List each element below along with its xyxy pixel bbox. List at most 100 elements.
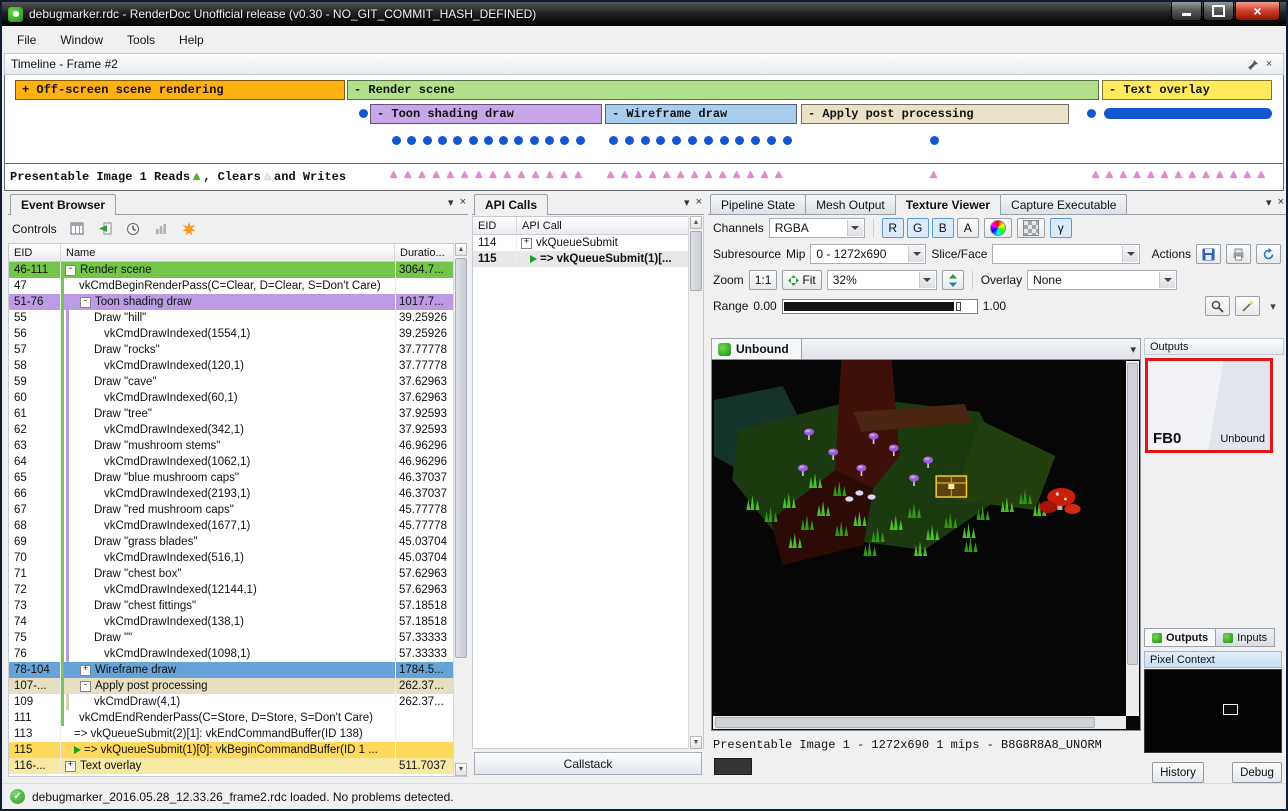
- flip-y-button[interactable]: [942, 270, 964, 290]
- menu-help[interactable]: Help: [167, 26, 216, 53]
- event-row[interactable]: 46-111-Render scene3064.7...: [9, 262, 453, 278]
- timeline-events-bar[interactable]: [1104, 108, 1272, 119]
- event-browser-scrollbar[interactable]: ▲ ▼: [453, 243, 468, 776]
- maximize-button[interactable]: [1203, 2, 1234, 21]
- tab-mesh-output[interactable]: Mesh Output: [805, 194, 896, 214]
- expander-expanded-icon[interactable]: -: [80, 297, 91, 308]
- scroll-up-icon[interactable]: ▲: [455, 243, 467, 256]
- timeline-block-text-overlay[interactable]: - Text overlay: [1102, 80, 1272, 100]
- scrollbar-thumb[interactable]: [455, 258, 467, 658]
- tab-unbound-texture[interactable]: Unbound: [712, 339, 802, 360]
- timeline-event-dot[interactable]: [469, 136, 478, 145]
- slice-face-combo[interactable]: [992, 244, 1140, 264]
- channel-r-button[interactable]: R: [882, 218, 904, 238]
- filter-events-icon[interactable]: [65, 217, 89, 241]
- event-row[interactable]: 57Draw "rocks"37.77778: [9, 342, 453, 358]
- goto-eid-icon[interactable]: [93, 217, 117, 241]
- event-row[interactable]: 111vkCmdEndRenderPass(C=Store, D=Store, …: [9, 710, 453, 726]
- event-row[interactable]: 75Draw ""57.33333: [9, 630, 453, 646]
- timeline-event-dot[interactable]: [560, 136, 569, 145]
- timeline-event-dot[interactable]: [672, 136, 681, 145]
- close-button[interactable]: ×: [1235, 2, 1280, 21]
- timeline-block-off-screen-scene-rendering[interactable]: + Off-screen scene rendering: [15, 80, 345, 100]
- column-header-name[interactable]: Name: [61, 244, 395, 261]
- fb0-thumbnail[interactable]: FB0 Unbound: [1145, 358, 1273, 453]
- expander-collapsed-icon[interactable]: +: [521, 238, 532, 249]
- column-header-duratio[interactable]: Duratio...: [395, 244, 453, 261]
- timeline-event-dot[interactable]: [423, 136, 432, 145]
- scrollbar-thumb[interactable]: [690, 231, 702, 291]
- minimize-button[interactable]: [1171, 2, 1202, 21]
- scroll-down-icon[interactable]: ▼: [455, 763, 467, 776]
- api-call-row[interactable]: 114+vkQueueSubmit: [473, 235, 703, 251]
- event-row[interactable]: 74vkCmdDrawIndexed(138,1)57.18518: [9, 614, 453, 630]
- event-row[interactable]: 51-76-Toon shading draw1017.7...: [9, 294, 453, 310]
- fit-button[interactable]: Fit: [782, 270, 821, 290]
- event-row[interactable]: 66vkCmdDrawIndexed(2193,1)46.37037: [9, 486, 453, 502]
- event-row[interactable]: 76vkCmdDrawIndexed(1098,1)57.33333: [9, 646, 453, 662]
- column-header-eid[interactable]: EID: [9, 244, 61, 261]
- debug-button[interactable]: Debug: [1232, 762, 1282, 783]
- timeline-event-dot[interactable]: [530, 136, 539, 145]
- event-row[interactable]: 63Draw "mushroom stems"46.96296: [9, 438, 453, 454]
- timeline-event-dot[interactable]: [735, 136, 744, 145]
- timeline-canvas[interactable]: + Off-screen scene rendering- Render sce…: [4, 75, 1284, 164]
- history-button[interactable]: History: [1152, 762, 1204, 783]
- event-row[interactable]: 60vkCmdDrawIndexed(60,1)37.62963: [9, 390, 453, 406]
- tab-capture-executable[interactable]: Capture Executable: [1000, 194, 1127, 214]
- panel-menu-icon[interactable]: ▾: [1266, 196, 1272, 209]
- zoom-percent-combo[interactable]: 32%: [827, 270, 937, 290]
- timeline-event-dot[interactable]: [930, 136, 939, 145]
- save-texture-button[interactable]: [1196, 244, 1221, 264]
- time-durations-icon[interactable]: [121, 217, 145, 241]
- event-row[interactable]: 59Draw "cave"37.62963: [9, 374, 453, 390]
- timeline-close-icon[interactable]: ×: [1261, 57, 1277, 71]
- menu-file[interactable]: File: [5, 26, 48, 53]
- texture-list-dropdown-icon[interactable]: ▾: [1130, 343, 1136, 356]
- event-row[interactable]: 78-104+Wireframe draw1784.5...: [9, 662, 453, 678]
- timeline-event-dot[interactable]: [407, 136, 416, 145]
- pixel-context-view[interactable]: [1144, 669, 1282, 753]
- timeline-event-dot[interactable]: [359, 109, 368, 118]
- timeline-event-dot[interactable]: [499, 136, 508, 145]
- timeline-event-dot[interactable]: [751, 136, 760, 145]
- panel-close-icon[interactable]: ×: [696, 196, 702, 209]
- pin-icon[interactable]: [1245, 57, 1261, 71]
- api-call-row[interactable]: 115=> vkQueueSubmit(1)[...: [473, 251, 703, 267]
- timeline-event-dot[interactable]: [484, 136, 493, 145]
- menu-window[interactable]: Window: [48, 26, 115, 53]
- range-slider[interactable]: [782, 299, 978, 314]
- timeline-event-dot[interactable]: [767, 136, 776, 145]
- api-calls-scrollbar[interactable]: ▲ ▼: [688, 216, 703, 749]
- scrollbar-thumb[interactable]: [715, 717, 1095, 728]
- statistics-icon[interactable]: [149, 217, 173, 241]
- channels-combo[interactable]: RGBA: [769, 218, 865, 238]
- channel-g-button[interactable]: G: [907, 218, 929, 238]
- timeline-block-toon-shading-draw[interactable]: - Toon shading draw: [370, 104, 602, 124]
- event-row[interactable]: 116-...+Text overlay511.7037: [9, 758, 453, 774]
- event-row[interactable]: 107-...-Apply post processing262.37...: [9, 678, 453, 694]
- scroll-down-icon[interactable]: ▼: [690, 736, 702, 749]
- event-row[interactable]: 109vkCmdDraw(4,1)262.37...: [9, 694, 453, 710]
- viewport-horizontal-scrollbar[interactable]: [713, 716, 1126, 729]
- event-row[interactable]: 58vkCmdDrawIndexed(120,1)37.77778: [9, 358, 453, 374]
- zoom-1to1-button[interactable]: 1:1: [749, 270, 778, 290]
- timeline-event-dot[interactable]: [704, 136, 713, 145]
- timeline-event-dot[interactable]: [545, 136, 554, 145]
- background-checker-button[interactable]: [1017, 218, 1045, 238]
- expander-expanded-icon[interactable]: -: [65, 265, 76, 276]
- autofit-range-button[interactable]: [1205, 296, 1230, 316]
- texture-viewport[interactable]: [711, 359, 1141, 731]
- event-row[interactable]: 115=> vkQueueSubmit(1)[0]: vkBeginComman…: [9, 742, 453, 758]
- event-row[interactable]: 61Draw "tree"37.92593: [9, 406, 453, 422]
- panel-close-icon[interactable]: ×: [1278, 196, 1284, 209]
- histogram-button[interactable]: [1235, 296, 1260, 316]
- timeline-event-dot[interactable]: [656, 136, 665, 145]
- event-row[interactable]: 113=> vkQueueSubmit(2)[1]: vkEndCommandB…: [9, 726, 453, 742]
- expander-collapsed-icon[interactable]: +: [65, 761, 76, 772]
- timeline-event-dot[interactable]: [641, 136, 650, 145]
- tab-outputs[interactable]: Outputs: [1144, 628, 1216, 647]
- event-row[interactable]: 68vkCmdDrawIndexed(1677,1)45.77778: [9, 518, 453, 534]
- title-bar[interactable]: debugmarker.rdc - RenderDoc Unofficial r…: [2, 2, 1286, 26]
- event-row[interactable]: 55Draw "hill"39.25926: [9, 310, 453, 326]
